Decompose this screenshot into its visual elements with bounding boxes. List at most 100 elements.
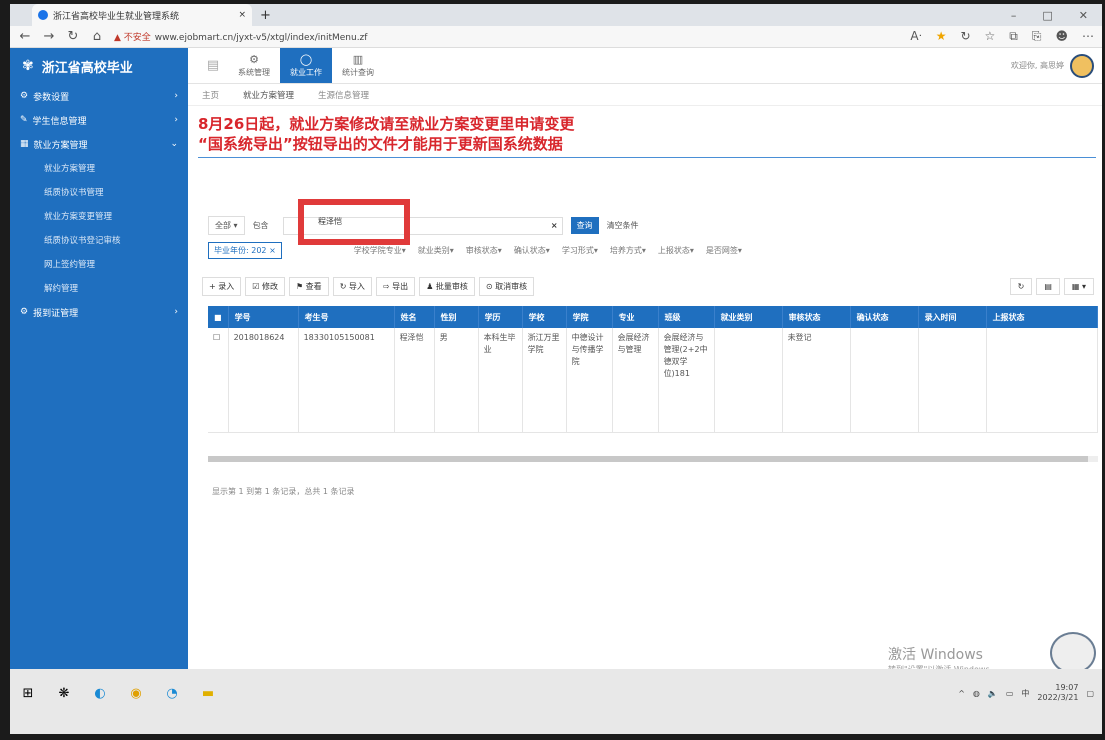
clear-conditions-button[interactable]: 清空条件	[607, 220, 639, 231]
col-header[interactable]: 专业	[612, 306, 659, 328]
sidebar-subitem[interactable]: 纸质协议书管理	[10, 180, 188, 204]
profile-icon[interactable]: ☻	[1055, 29, 1068, 44]
horizontal-scrollbar[interactable]	[208, 456, 1098, 462]
columns-icon[interactable]: ▦ ▾	[1063, 278, 1094, 295]
chart-icon: ▥	[352, 53, 364, 66]
folder-icon[interactable]: ▬	[198, 683, 218, 703]
col-header[interactable]: 学院	[566, 306, 613, 328]
sidebar-subitem[interactable]: 纸质协议书登记审核	[10, 228, 188, 252]
start-icon[interactable]: ⊞	[18, 683, 38, 703]
filter-dropdown[interactable]: 学校学院专业▾	[354, 245, 406, 256]
col-header[interactable]: 审核状态	[782, 306, 851, 328]
table-row[interactable]: ☐ 2018018624 18330105150081 程泽恺 男 本科生毕业 …	[208, 328, 1099, 433]
screenshot-icon[interactable]: ⎘	[1032, 29, 1042, 44]
minimize-icon[interactable]: –	[1011, 9, 1017, 22]
row-checkbox[interactable]: ☐	[208, 328, 229, 433]
top-menu-system[interactable]: ⚙ 系统管理	[228, 48, 280, 83]
app-icon[interactable]: ◉	[126, 683, 146, 703]
year-filter[interactable]: 毕业年份: 202 ×	[208, 242, 282, 259]
col-header[interactable]: 性别	[434, 306, 479, 328]
view-button[interactable]: ⚑ 查看	[288, 277, 329, 296]
search-filter-row: 全部 ▾ 包含 × 查询 清空条件	[208, 216, 639, 235]
filter-dropdown[interactable]: 培养方式▾	[610, 245, 646, 256]
col-header[interactable]: 学历	[478, 306, 523, 328]
app-icon[interactable]: ❋	[54, 683, 74, 703]
avatar[interactable]	[1070, 53, 1094, 78]
sidebar-subitem[interactable]: 网上签约管理	[10, 252, 188, 276]
refresh-icon[interactable]: ↻	[1009, 278, 1033, 295]
refresh-page-icon[interactable]: ↻	[960, 29, 970, 44]
col-header[interactable]: 上报状态	[986, 306, 1099, 328]
filter-dropdown[interactable]: 是否网签▾	[706, 245, 742, 256]
favorite-star-icon[interactable]: ★	[936, 29, 947, 44]
col-header[interactable]: 班级	[658, 306, 715, 328]
sidebar-item-report-card[interactable]: ⚙ 报到证管理 ›	[10, 300, 188, 324]
sidebar-item-plans[interactable]: ▦ 就业方案管理 ⌄	[10, 132, 188, 156]
edge-icon[interactable]: ◐	[90, 683, 110, 703]
edit-button[interactable]: ☑ 修改	[245, 277, 285, 296]
new-tab-button[interactable]: +	[260, 8, 271, 23]
sidebar-item-params[interactable]: ⚙ 参数设置 ›	[10, 84, 188, 108]
col-header[interactable]: 学校	[522, 306, 567, 328]
col-header[interactable]: 考生号	[298, 306, 395, 328]
sidebar-item-students[interactable]: ✎ 学生信息管理 ›	[10, 108, 188, 132]
tab-plan-management[interactable]: 就业方案管理	[243, 89, 294, 101]
collections-icon[interactable]: ⧉	[1009, 29, 1018, 44]
sidebar-subitem[interactable]: 解约管理	[10, 276, 188, 300]
home-icon[interactable]: ⌂	[90, 29, 104, 44]
select-all-checkbox[interactable]: ■	[208, 306, 229, 328]
top-menu-employment[interactable]: ◯ 就业工作	[280, 48, 332, 83]
more-icon[interactable]: ⋯	[1082, 29, 1094, 44]
refresh-icon[interactable]: ↻	[66, 29, 80, 44]
clock[interactable]: 19:07 2022/3/21	[1037, 683, 1078, 703]
tray-expand-icon[interactable]: ^	[958, 689, 965, 698]
filter-dropdown[interactable]: 上报状态▾	[658, 245, 694, 256]
battery-icon[interactable]: ▭	[1006, 689, 1014, 698]
close-window-icon[interactable]: ✕	[1079, 9, 1088, 22]
table-tools: ↻ ▤ ▦ ▾	[1009, 278, 1094, 295]
toggle-view-icon[interactable]: ▤	[1036, 278, 1060, 295]
scrollbar-thumb[interactable]	[208, 456, 1088, 462]
filter-dropdown[interactable]: 确认状态▾	[514, 245, 550, 256]
year-label: 毕业年份: 202	[214, 246, 267, 255]
clear-search-icon[interactable]: ×	[551, 221, 562, 230]
forward-icon[interactable]: →	[42, 29, 56, 44]
col-header[interactable]: 录入时间	[918, 306, 987, 328]
col-header[interactable]: 学号	[228, 306, 299, 328]
notification-icon[interactable]: ▢	[1086, 689, 1094, 698]
export-button[interactable]: ⇨ 导出	[375, 277, 416, 296]
tab-source-info[interactable]: 生源信息管理	[318, 89, 369, 101]
menu-toggle-icon[interactable]: ▤	[198, 48, 228, 83]
col-header[interactable]: 确认状态	[850, 306, 919, 328]
tab-close-icon[interactable]: ×	[238, 10, 246, 20]
tab-home[interactable]: 主页	[202, 89, 219, 101]
url-field[interactable]: ▲ 不安全 www.ejobmart.cn/jyxt-v5/xtgl/index/…	[114, 30, 900, 43]
match-dropdown[interactable]: 包含	[253, 220, 269, 231]
read-aloud-icon[interactable]: Aᐧ	[910, 29, 921, 44]
filter-dropdown[interactable]: 审核状态▾	[466, 245, 502, 256]
sidebar-item-label: 参数设置	[33, 92, 70, 103]
cancel-review-button[interactable]: ⊙ 取消审核	[478, 277, 535, 296]
sidebar-subitem[interactable]: 就业方案管理	[10, 156, 188, 180]
year-clear-icon[interactable]: ×	[269, 246, 276, 255]
network-icon[interactable]: ◍	[973, 689, 980, 698]
sidebar-subitem[interactable]: 就业方案变更管理	[10, 204, 188, 228]
filter-dropdown[interactable]: 学习形式▾	[562, 245, 598, 256]
top-menu-statistics[interactable]: ▥ 统计查询	[332, 48, 384, 83]
col-header[interactable]: 姓名	[394, 306, 435, 328]
col-header[interactable]: 就业类别	[714, 306, 783, 328]
browser-tab[interactable]: 浙江省高校毕业生就业管理系统 ×	[32, 4, 252, 26]
add-button[interactable]: + 录入	[202, 277, 242, 296]
favorites-icon[interactable]: ☆	[985, 29, 996, 44]
query-button[interactable]: 查询	[570, 217, 599, 234]
import-button[interactable]: ↻ 导入	[332, 277, 372, 296]
maximize-icon[interactable]: □	[1042, 9, 1052, 22]
volume-icon[interactable]: 🔈	[988, 689, 998, 698]
scope-dropdown[interactable]: 全部 ▾	[208, 216, 245, 235]
batch-review-button[interactable]: ♟ 批量审核	[419, 277, 475, 296]
input-method-icon[interactable]: 中	[1021, 688, 1029, 699]
app-icon[interactable]: ◔	[162, 683, 182, 703]
filter-dropdown[interactable]: 就业类别▾	[418, 245, 454, 256]
system-tray: ^ ◍ 🔈 ▭ 中 19:07 2022/3/21 ▢	[958, 683, 1094, 703]
back-icon[interactable]: ←	[18, 29, 32, 44]
